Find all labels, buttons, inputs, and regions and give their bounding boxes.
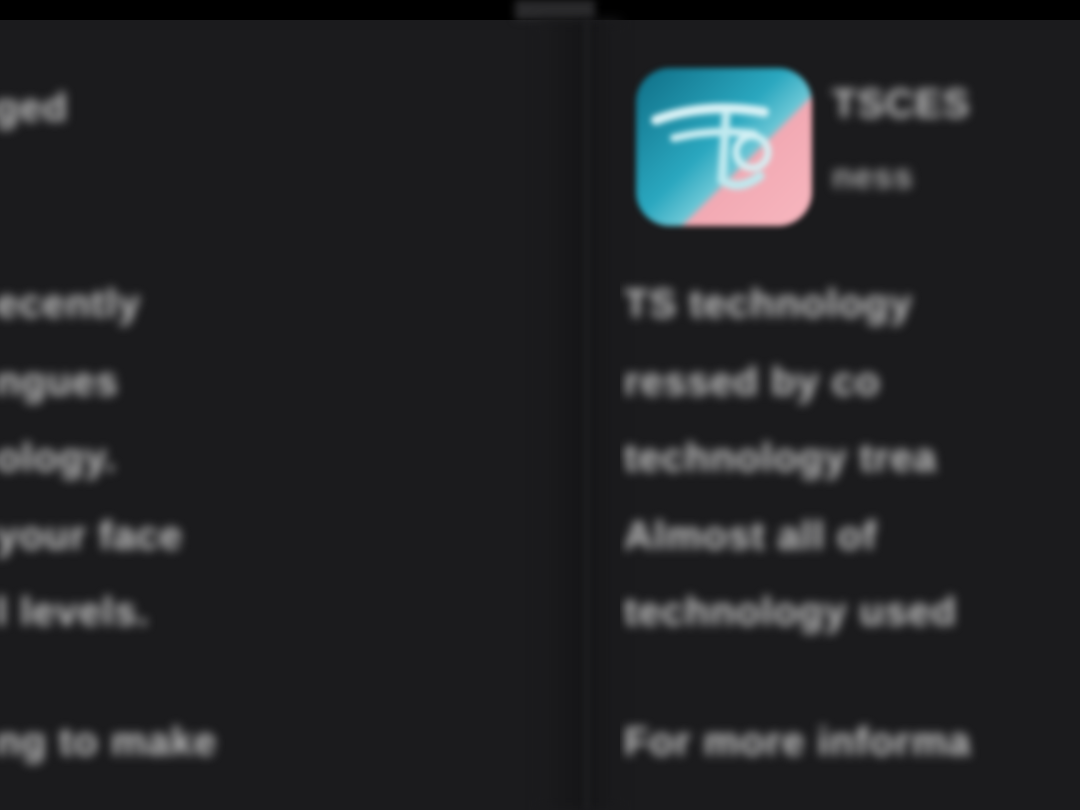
left-pane: ged ecently ngues ology. your face l lev… <box>0 20 560 810</box>
app-subtitle: ness <box>832 158 914 196</box>
left-text-line: ng to make <box>0 720 218 764</box>
right-text-line: Almost all of <box>624 514 878 558</box>
left-text-line: l levels. <box>0 590 150 634</box>
right-text-line: ressed by co <box>624 360 881 404</box>
left-text-line: ecently <box>0 282 141 326</box>
app-name: TSCES <box>832 82 971 126</box>
left-text-line: ology. <box>0 436 117 480</box>
pane-divider-line <box>585 20 589 810</box>
right-pane: TSCES ness TS technology ressed by co te… <box>620 20 1080 810</box>
right-text-line: technology trea <box>624 436 937 480</box>
split-view-handle[interactable] <box>515 0 595 20</box>
left-text-line: your face <box>0 514 183 558</box>
screen: ged ecently ngues ology. your face l lev… <box>0 0 1080 810</box>
pane-divider[interactable] <box>540 20 620 810</box>
right-text-line: TS technology <box>624 282 913 326</box>
right-text-line: For more informa <box>624 720 972 764</box>
right-text-line: technology used <box>624 590 957 634</box>
left-heading-fragment: ged <box>0 86 69 130</box>
app-icon[interactable] <box>636 68 812 226</box>
left-text-line: ngues <box>0 360 119 404</box>
